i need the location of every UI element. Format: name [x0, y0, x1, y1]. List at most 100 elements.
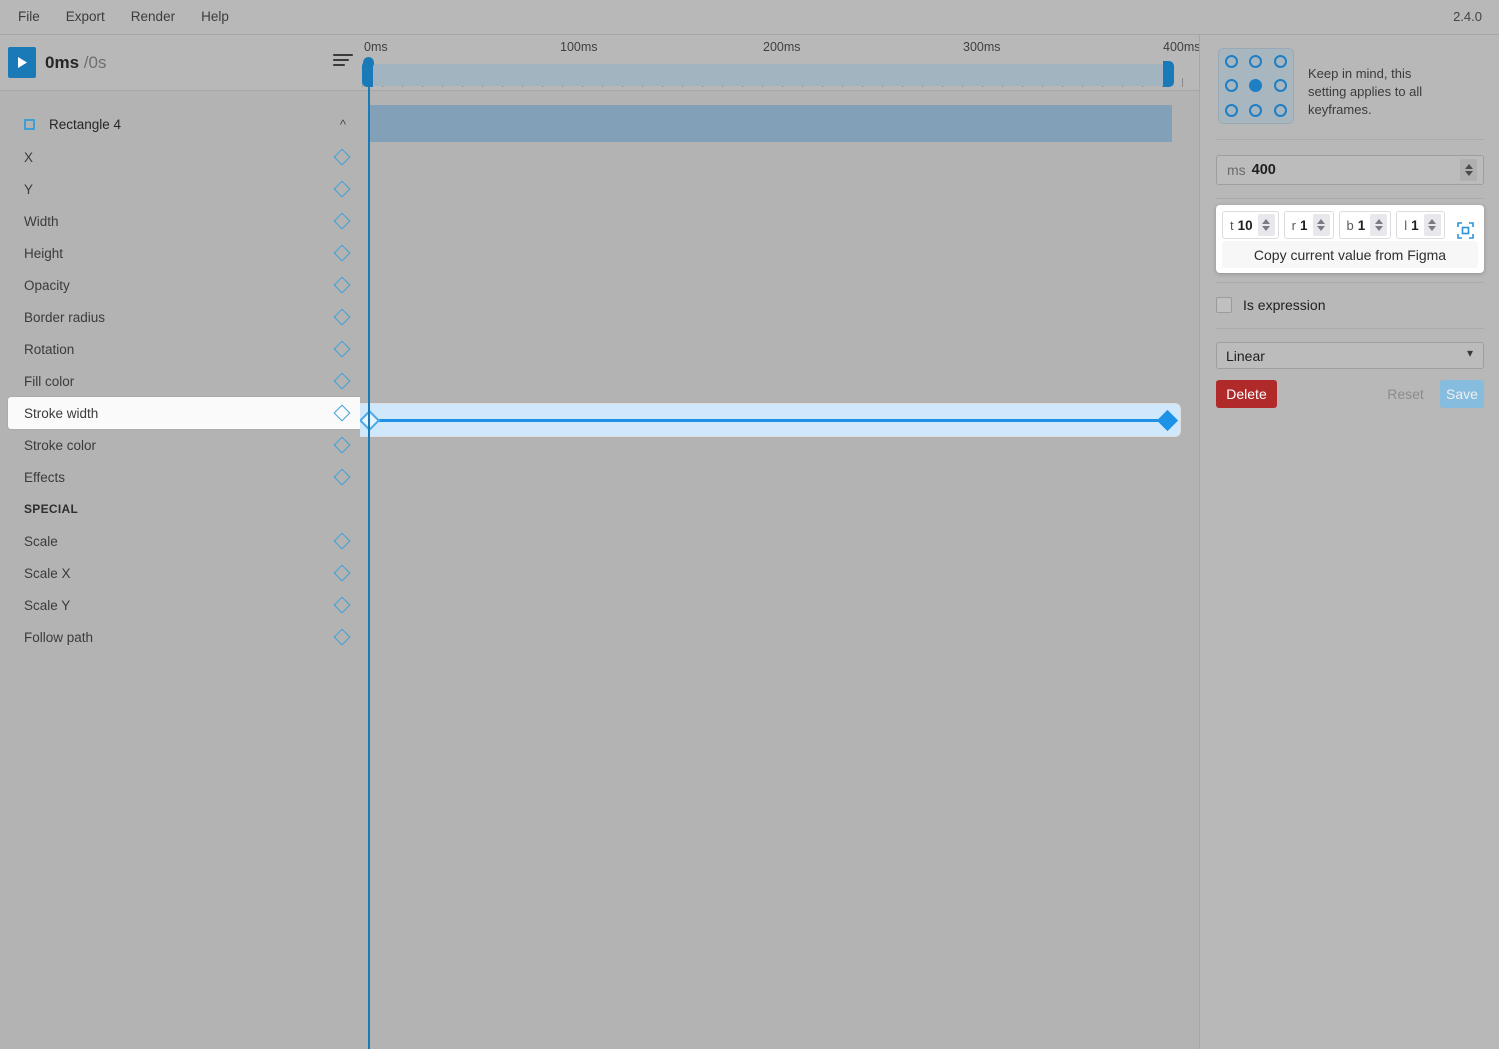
padding-left-stepper[interactable]: [1423, 214, 1441, 236]
menu-item-render[interactable]: Render: [121, 0, 185, 34]
padding-left-value: 1: [1411, 217, 1419, 233]
property-label: Follow path: [24, 629, 94, 645]
padding-top-field[interactable]: t 10: [1222, 211, 1279, 239]
chevron-down-icon: ▾: [1466, 346, 1473, 360]
property-row-scale-y[interactable]: Scale Y: [8, 589, 360, 621]
square-outline-icon: [24, 119, 35, 130]
anchor-dot-0[interactable]: [1224, 54, 1238, 68]
timeline-track-area[interactable]: [360, 91, 1199, 1049]
is-expression-checkbox[interactable]: [1216, 297, 1232, 313]
padding-top-value: 10: [1237, 217, 1253, 233]
add-keyframe-diamond-icon[interactable]: [333, 404, 351, 422]
menu-item-export[interactable]: Export: [56, 0, 115, 34]
divider-4: [1216, 328, 1484, 329]
padding-right-field[interactable]: r 1: [1283, 211, 1334, 239]
padding-bottom-key: b: [1346, 217, 1354, 233]
save-button[interactable]: Save: [1440, 380, 1484, 408]
add-keyframe-diamond-icon[interactable]: [333, 212, 351, 230]
list-lines-icon[interactable]: [333, 54, 353, 68]
playhead-line[interactable]: [368, 60, 370, 1049]
figma-value-popover: t 10 r 1 b 1 l 1 Copy current value from…: [1216, 205, 1484, 273]
property-row-stroke-color[interactable]: Stroke color: [8, 429, 360, 461]
anchor-dot-8[interactable]: [1274, 104, 1288, 118]
anchor-point-grid[interactable]: [1218, 48, 1294, 124]
add-keyframe-diamond-icon[interactable]: [333, 276, 351, 294]
add-keyframe-diamond-icon[interactable]: [333, 436, 351, 454]
property-row-follow-path[interactable]: Follow path: [8, 621, 360, 653]
property-row-effects[interactable]: Effects: [8, 461, 360, 493]
property-label: Height: [24, 245, 64, 261]
padding-bottom-stepper[interactable]: [1370, 214, 1388, 236]
divider-2: [1216, 198, 1484, 199]
is-expression-row[interactable]: Is expression: [1216, 297, 1325, 313]
duration-input[interactable]: ms 400: [1216, 155, 1484, 185]
padding-left-field[interactable]: l 1: [1396, 211, 1445, 239]
keyframe-node[interactable]: [1156, 409, 1179, 432]
current-time-label: 0ms: [45, 53, 80, 72]
copy-from-figma-button[interactable]: Copy current value from Figma: [1222, 241, 1478, 268]
chevron-up-icon[interactable]: ^: [340, 118, 346, 131]
add-keyframe-diamond-icon[interactable]: [333, 244, 351, 262]
anchor-dot-2[interactable]: [1274, 54, 1288, 68]
duration-stepper[interactable]: [1460, 159, 1477, 181]
play-button[interactable]: [8, 47, 36, 78]
ruler-label-0: 0ms: [364, 40, 388, 54]
add-keyframe-diamond-icon[interactable]: [333, 532, 351, 550]
anchor-dot-1[interactable]: [1249, 54, 1263, 68]
property-label: Border radius: [24, 309, 106, 325]
menu-item-file[interactable]: File: [8, 0, 50, 34]
property-label: Scale X: [24, 565, 71, 581]
property-row-scale-x[interactable]: Scale X: [8, 557, 360, 589]
anchor-dot-5[interactable]: [1274, 79, 1288, 93]
anchor-note-text: Keep in mind, this setting applies to al…: [1308, 66, 1423, 117]
property-row-fill-color[interactable]: Fill color: [8, 365, 360, 397]
property-row-scale[interactable]: Scale: [8, 525, 360, 557]
add-keyframe-diamond-icon[interactable]: [333, 596, 351, 614]
add-keyframe-diamond-icon[interactable]: [333, 372, 351, 390]
duration-unit-label: ms: [1227, 162, 1246, 178]
property-label: Fill color: [24, 373, 75, 389]
anchor-dot-3[interactable]: [1224, 79, 1238, 93]
property-row-stroke-width[interactable]: Stroke width: [8, 397, 360, 429]
reset-button[interactable]: Reset: [1378, 380, 1433, 408]
ruler-range-track[interactable]: [362, 64, 1174, 86]
property-row-opacity[interactable]: Opacity: [8, 269, 360, 301]
padding-top-stepper[interactable]: [1257, 214, 1275, 236]
menu-bar: File Export Render Help 2.4.0: [0, 0, 1499, 35]
range-end-handle[interactable]: [1163, 61, 1174, 87]
property-row-height[interactable]: Height: [8, 237, 360, 269]
easing-select[interactable]: Linear ▾: [1216, 342, 1484, 369]
padding-bottom-field[interactable]: b 1: [1338, 211, 1392, 239]
object-duration-bar[interactable]: [368, 105, 1172, 142]
padding-right-stepper[interactable]: [1312, 214, 1330, 236]
stroke-width-keyframe-track[interactable]: [360, 404, 1180, 436]
add-keyframe-diamond-icon[interactable]: [333, 180, 351, 198]
property-row-rotation[interactable]: Rotation: [8, 333, 360, 365]
property-row-special: SPECIAL: [8, 493, 360, 525]
add-keyframe-diamond-icon[interactable]: [333, 308, 351, 326]
add-keyframe-diamond-icon[interactable]: [333, 628, 351, 646]
add-keyframe-diamond-icon[interactable]: [333, 148, 351, 166]
padding-fields-row: t 10 r 1 b 1 l 1: [1222, 211, 1478, 239]
keyframe-node[interactable]: [360, 409, 381, 432]
anchor-dot-7[interactable]: [1249, 104, 1263, 118]
menu-item-help[interactable]: Help: [191, 0, 239, 34]
property-row-y[interactable]: Y: [8, 173, 360, 205]
padding-bottom-value: 1: [1357, 217, 1366, 233]
anchor-dot-6[interactable]: [1224, 104, 1238, 118]
property-row-width[interactable]: Width: [8, 205, 360, 237]
layer-header-row[interactable]: Rectangle 4 ^: [8, 108, 360, 141]
add-keyframe-diamond-icon[interactable]: [333, 468, 351, 486]
delete-button[interactable]: Delete: [1216, 380, 1277, 408]
crop-corners-icon[interactable]: [1457, 222, 1474, 239]
anchor-dot-4[interactable]: [1249, 79, 1263, 93]
property-row-x[interactable]: X: [8, 141, 360, 173]
ruler-tick: [1182, 78, 1183, 87]
add-keyframe-diamond-icon[interactable]: [333, 564, 351, 582]
add-keyframe-diamond-icon[interactable]: [333, 340, 351, 358]
property-row-border-radius[interactable]: Border radius: [8, 301, 360, 333]
padding-left-key: l: [1404, 217, 1408, 233]
timeline-ruler[interactable]: 0ms 100ms 200ms 300ms 400ms: [360, 35, 1201, 91]
property-label: Opacity: [24, 277, 70, 293]
easing-selected-value: Linear: [1226, 347, 1265, 364]
